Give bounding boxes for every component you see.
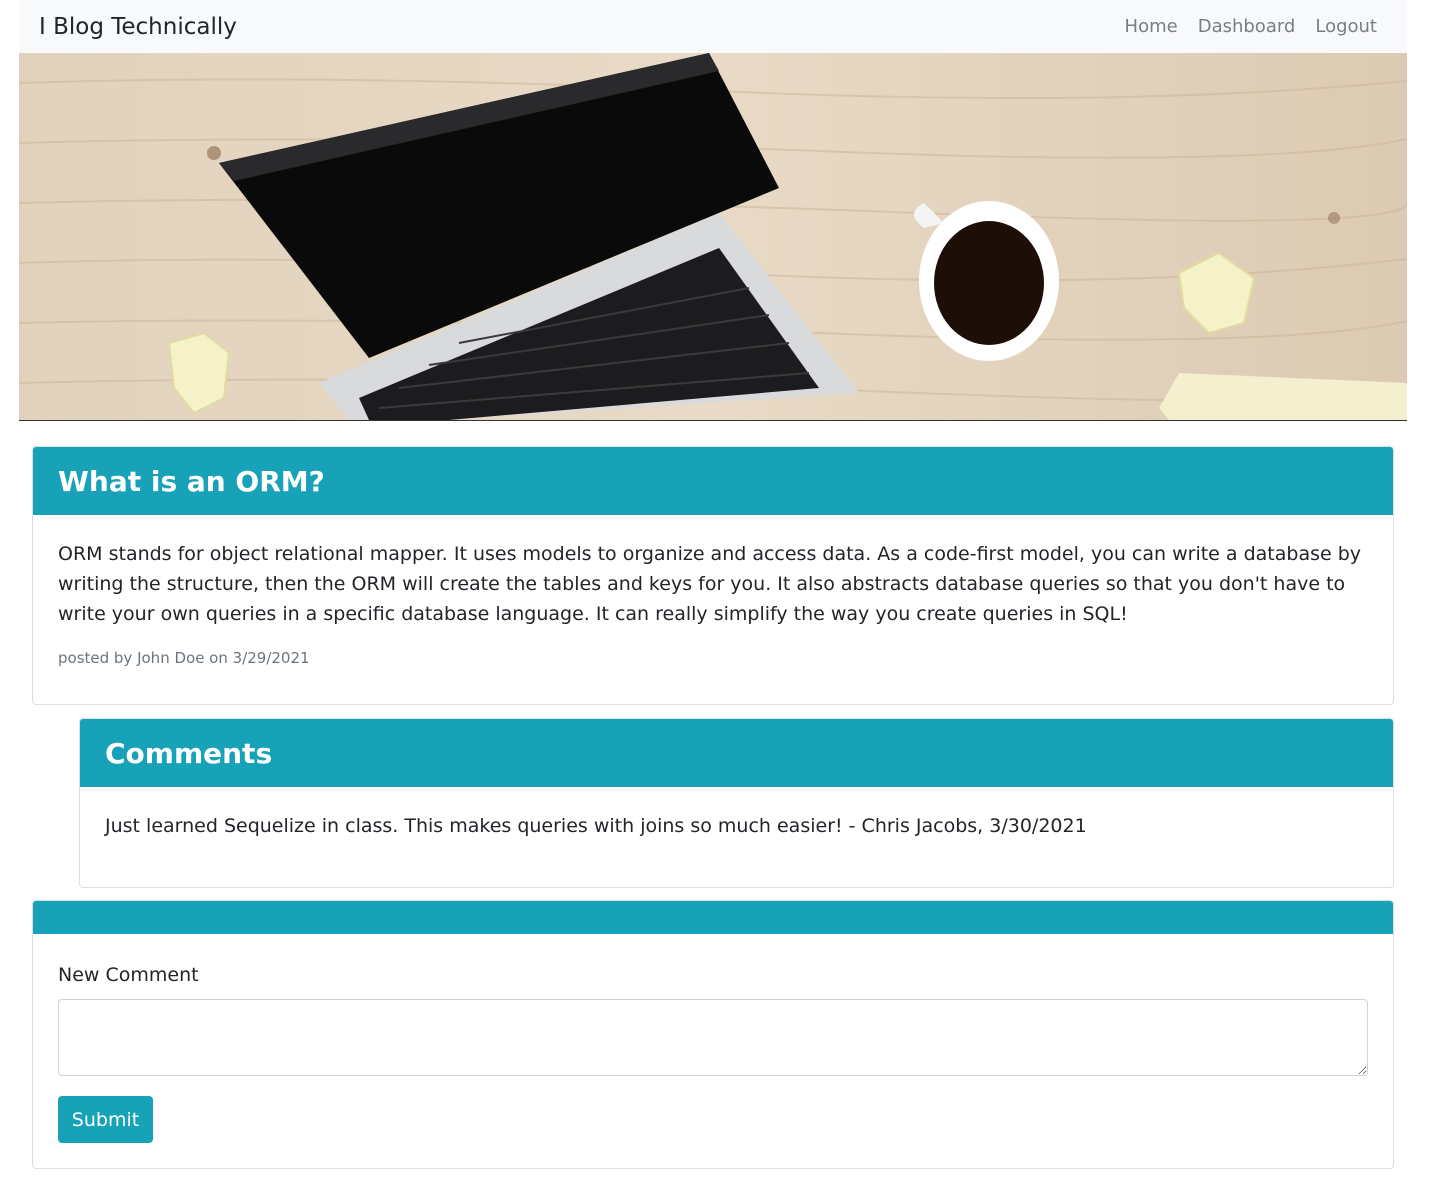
brand-title[interactable]: I Blog Technically — [39, 14, 237, 40]
post-meta: posted by John Doe on 3/29/2021 — [58, 649, 310, 667]
new-comment-card-header — [33, 901, 1393, 934]
comments-card: Comments Just learned Sequelize in class… — [79, 718, 1394, 888]
submit-button[interactable]: Submit — [58, 1096, 153, 1143]
nav-link-home[interactable]: Home — [1125, 16, 1178, 37]
nav-links: Home Dashboard Logout — [1125, 16, 1377, 37]
hero-image — [19, 53, 1407, 421]
new-comment-label: New Comment — [58, 964, 199, 986]
comments-title: Comments — [80, 719, 1393, 787]
new-comment-card: New Comment Submit — [32, 900, 1394, 1169]
navbar: I Blog Technically Home Dashboard Logout — [19, 0, 1407, 53]
nav-link-logout[interactable]: Logout — [1315, 16, 1377, 37]
laptop-coffee-desk-image — [19, 53, 1407, 420]
post-title: What is an ORM? — [33, 447, 1393, 515]
comment-item: Just learned Sequelize in class. This ma… — [105, 815, 1087, 837]
new-comment-textarea[interactable] — [58, 999, 1368, 1076]
post-card: What is an ORM? ORM stands for object re… — [32, 446, 1394, 705]
post-body: ORM stands for object relational mapper.… — [58, 543, 1362, 625]
nav-link-dashboard[interactable]: Dashboard — [1198, 16, 1296, 37]
